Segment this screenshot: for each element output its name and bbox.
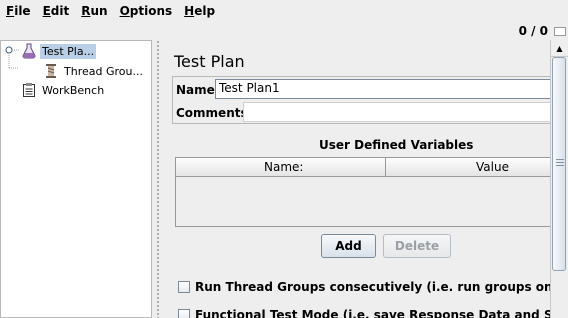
run-consecutively-checkbox[interactable] bbox=[178, 281, 190, 293]
test-plan-panel: Test Plan Name: Test Plan1 Comments: Use… bbox=[164, 40, 550, 318]
name-field[interactable]: Test Plan1 bbox=[215, 79, 550, 99]
checkbox-label: Run Thread Groups consecutively (i.e. ru… bbox=[195, 280, 550, 294]
name-label: Name: bbox=[176, 83, 220, 97]
test-tree[interactable]: Test Pla... Thread Grou... WorkBench bbox=[0, 40, 152, 318]
comments-field[interactable] bbox=[243, 102, 550, 122]
variables-table[interactable]: Name: Value bbox=[175, 157, 550, 227]
comments-label: Comments: bbox=[176, 106, 253, 120]
tree-item-test-plan[interactable]: Test Pla... bbox=[21, 42, 97, 60]
clipboard-icon bbox=[23, 83, 35, 97]
page-title: Test Plan bbox=[174, 52, 245, 71]
tree-item-label: Thread Grou... bbox=[64, 64, 143, 78]
status-indicator-icon bbox=[554, 27, 566, 36]
split-pane-divider[interactable] bbox=[152, 40, 164, 318]
column-header-value[interactable]: Value bbox=[476, 160, 509, 174]
scroll-up-arrow-icon[interactable]: ▲ bbox=[551, 40, 568, 57]
run-consecutively-option[interactable]: Run Thread Groups consecutively (i.e. ru… bbox=[178, 280, 550, 294]
menu-bar: File Edit Run Options Help bbox=[0, 0, 568, 22]
tree-item-label: Test Pla... bbox=[40, 43, 97, 59]
scrollbar-thumb[interactable] bbox=[552, 57, 566, 271]
spool-icon bbox=[46, 64, 56, 78]
tree-item-thread-group[interactable]: Thread Grou... bbox=[43, 62, 145, 80]
menu-edit[interactable]: Edit bbox=[37, 4, 76, 18]
add-button[interactable]: Add bbox=[321, 234, 376, 258]
menu-help[interactable]: Help bbox=[178, 4, 221, 18]
checkbox-label: Functional Test Mode (i.e. save Response… bbox=[195, 308, 550, 318]
tree-item-label: WorkBench bbox=[42, 83, 105, 97]
functional-test-mode-checkbox[interactable] bbox=[178, 309, 190, 318]
functional-test-mode-option[interactable]: Functional Test Mode (i.e. save Response… bbox=[178, 308, 550, 318]
menu-file[interactable]: File bbox=[0, 4, 37, 18]
user-defined-variables-title: User Defined Variables bbox=[319, 138, 474, 152]
vertical-scrollbar[interactable]: ▲ bbox=[550, 40, 568, 318]
delete-button[interactable]: Delete bbox=[383, 234, 451, 258]
column-header-name[interactable]: Name: bbox=[264, 160, 303, 174]
flask-icon bbox=[22, 43, 36, 59]
table-header: Name: Value bbox=[176, 158, 550, 177]
tree-toggle-icon[interactable] bbox=[5, 46, 19, 96]
menu-options[interactable]: Options bbox=[114, 4, 179, 18]
status-strip: 0 / 0 bbox=[0, 22, 568, 40]
menu-run[interactable]: Run bbox=[75, 4, 113, 18]
tree-item-workbench[interactable]: WorkBench bbox=[21, 81, 106, 99]
thread-counter: 0 / 0 bbox=[518, 24, 548, 38]
